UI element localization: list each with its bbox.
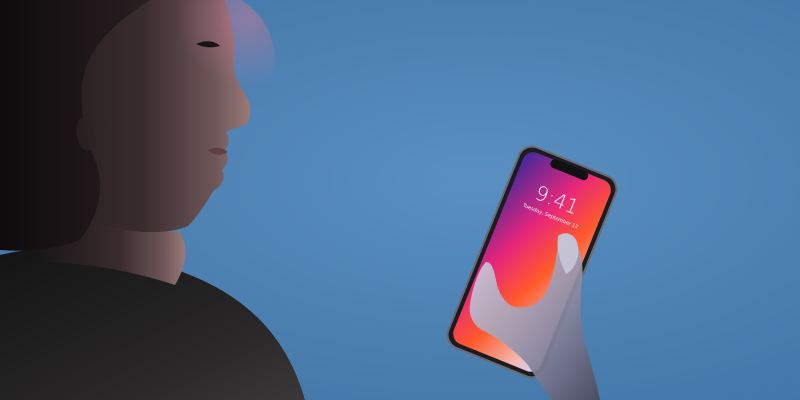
phone-illustration: 9:41 Tuesday, September 12 <box>446 145 618 400</box>
photo-scene: 9:41 Tuesday, September 12 <box>0 0 800 400</box>
